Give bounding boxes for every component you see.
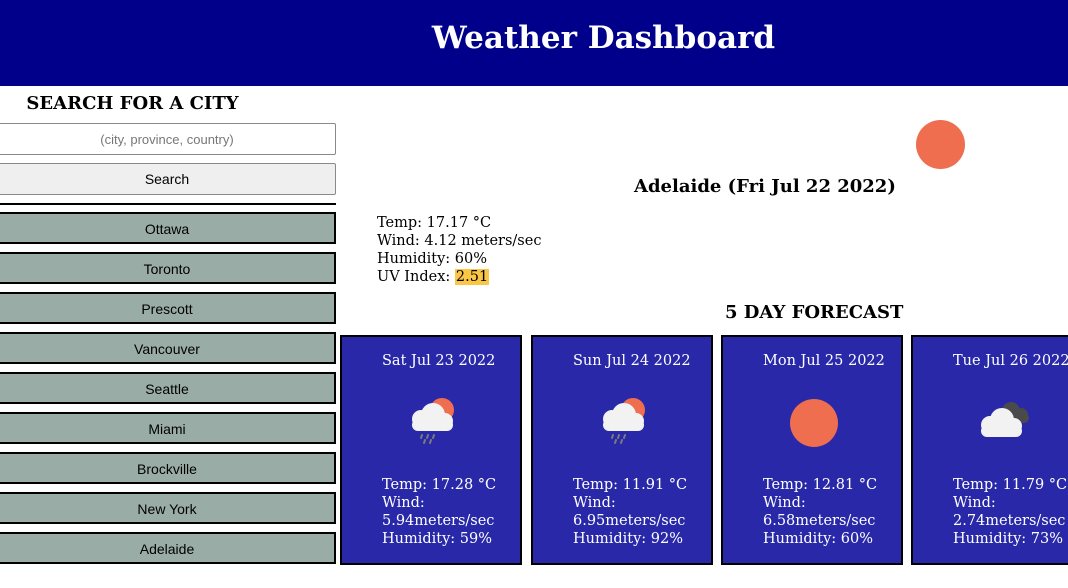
forecast-wind-label: Wind: (573, 495, 616, 511)
forecast-card: Tue Jul 26 2022 Temp: 11.79 °C Wind: 2.7… (911, 335, 1068, 565)
forecast-wind-label: Wind: (763, 495, 806, 511)
forecast-wind-value: 6.58meters/sec (763, 513, 876, 529)
forecast-humidity: Humidity: 59% (382, 531, 493, 547)
city-button-vancouver[interactable]: Vancouver (0, 332, 336, 364)
city-button-toronto[interactable]: Toronto (0, 252, 336, 284)
city-button-new-york[interactable]: New York (0, 492, 336, 524)
current-humidity: Humidity: 60% (377, 251, 488, 267)
forecast-card: Sat Jul 23 2022 Temp: 17.28 °C Wind: 5.9… (340, 335, 522, 565)
city-button-prescott[interactable]: Prescott (0, 292, 336, 324)
forecast-stats: Temp: 12.81 °C Wind: 6.58meters/sec Humi… (763, 476, 877, 548)
forecast-humidity: Humidity: 73% (953, 531, 1064, 547)
forecast-card: Sun Jul 24 2022 Temp: 11.91 °C Wind: 6.9… (531, 335, 713, 565)
sun-icon (790, 399, 838, 447)
forecast-temp: Temp: 17.28 °C (382, 477, 497, 493)
search-input[interactable] (0, 123, 336, 155)
sun-icon (916, 120, 965, 169)
forecast-wind-value: 6.95meters/sec (573, 513, 686, 529)
current-weather-stats: Temp: 17.17 °C Wind: 4.12 meters/sec Hum… (377, 214, 541, 286)
forecast-wind-value: 5.94meters/sec (382, 513, 495, 529)
forecast-stats: Temp: 17.28 °C Wind: 5.94meters/sec Humi… (382, 476, 496, 548)
forecast-stats: Temp: 11.91 °C Wind: 6.95meters/sec Humi… (573, 476, 687, 548)
city-button-brockville[interactable]: Brockville (0, 452, 336, 484)
forecast-humidity: Humidity: 60% (763, 531, 874, 547)
divider (0, 203, 336, 205)
current-wind: Wind: 4.12 meters/sec (377, 233, 542, 249)
forecast-wind-label: Wind: (953, 495, 996, 511)
search-heading: SEARCH FOR A CITY (26, 93, 239, 114)
forecast-date: Sun Jul 24 2022 (573, 353, 691, 369)
forecast-wind-value: 2.74meters/sec (953, 513, 1066, 529)
page-title: Weather Dashboard (431, 20, 776, 56)
sun-cloud-rain-icon (412, 398, 454, 444)
forecast-temp: Temp: 12.81 °C (763, 477, 878, 493)
current-temp: Temp: 17.17 °C (377, 215, 492, 231)
forecast-humidity: Humidity: 92% (573, 531, 684, 547)
forecast-heading: 5 DAY FORECAST (725, 302, 904, 323)
forecast-card: Mon Jul 25 2022 Temp: 12.81 °C Wind: 6.5… (721, 335, 903, 565)
forecast-temp: Temp: 11.79 °C (953, 477, 1068, 493)
uv-index-badge: 2.51 (454, 269, 490, 285)
city-button-adelaide[interactable]: Adelaide (0, 532, 336, 564)
forecast-date: Sat Jul 23 2022 (382, 353, 496, 369)
forecast-date: Tue Jul 26 2022 (953, 353, 1068, 369)
forecast-wind-label: Wind: (382, 495, 425, 511)
forecast-date: Mon Jul 25 2022 (763, 353, 885, 369)
header-bar: Weather Dashboard (0, 0, 1068, 86)
search-button[interactable]: Search (0, 163, 336, 195)
city-button-ottawa[interactable]: Ottawa (0, 212, 336, 244)
sun-cloud-rain-icon (603, 398, 645, 444)
cloudy-icon (981, 402, 1029, 437)
current-uv: UV Index: 2.51 (377, 268, 541, 286)
city-button-miami[interactable]: Miami (0, 412, 336, 444)
forecast-temp: Temp: 11.91 °C (573, 477, 688, 493)
city-history-list: Ottawa Toronto Prescott Vancouver Seattl… (0, 212, 336, 572)
uv-label: UV Index: (377, 269, 455, 285)
current-city-title: Adelaide (Fri Jul 22 2022) (634, 176, 896, 197)
forecast-stats: Temp: 11.79 °C Wind: 2.74meters/sec Humi… (953, 476, 1067, 548)
city-button-seattle[interactable]: Seattle (0, 372, 336, 404)
